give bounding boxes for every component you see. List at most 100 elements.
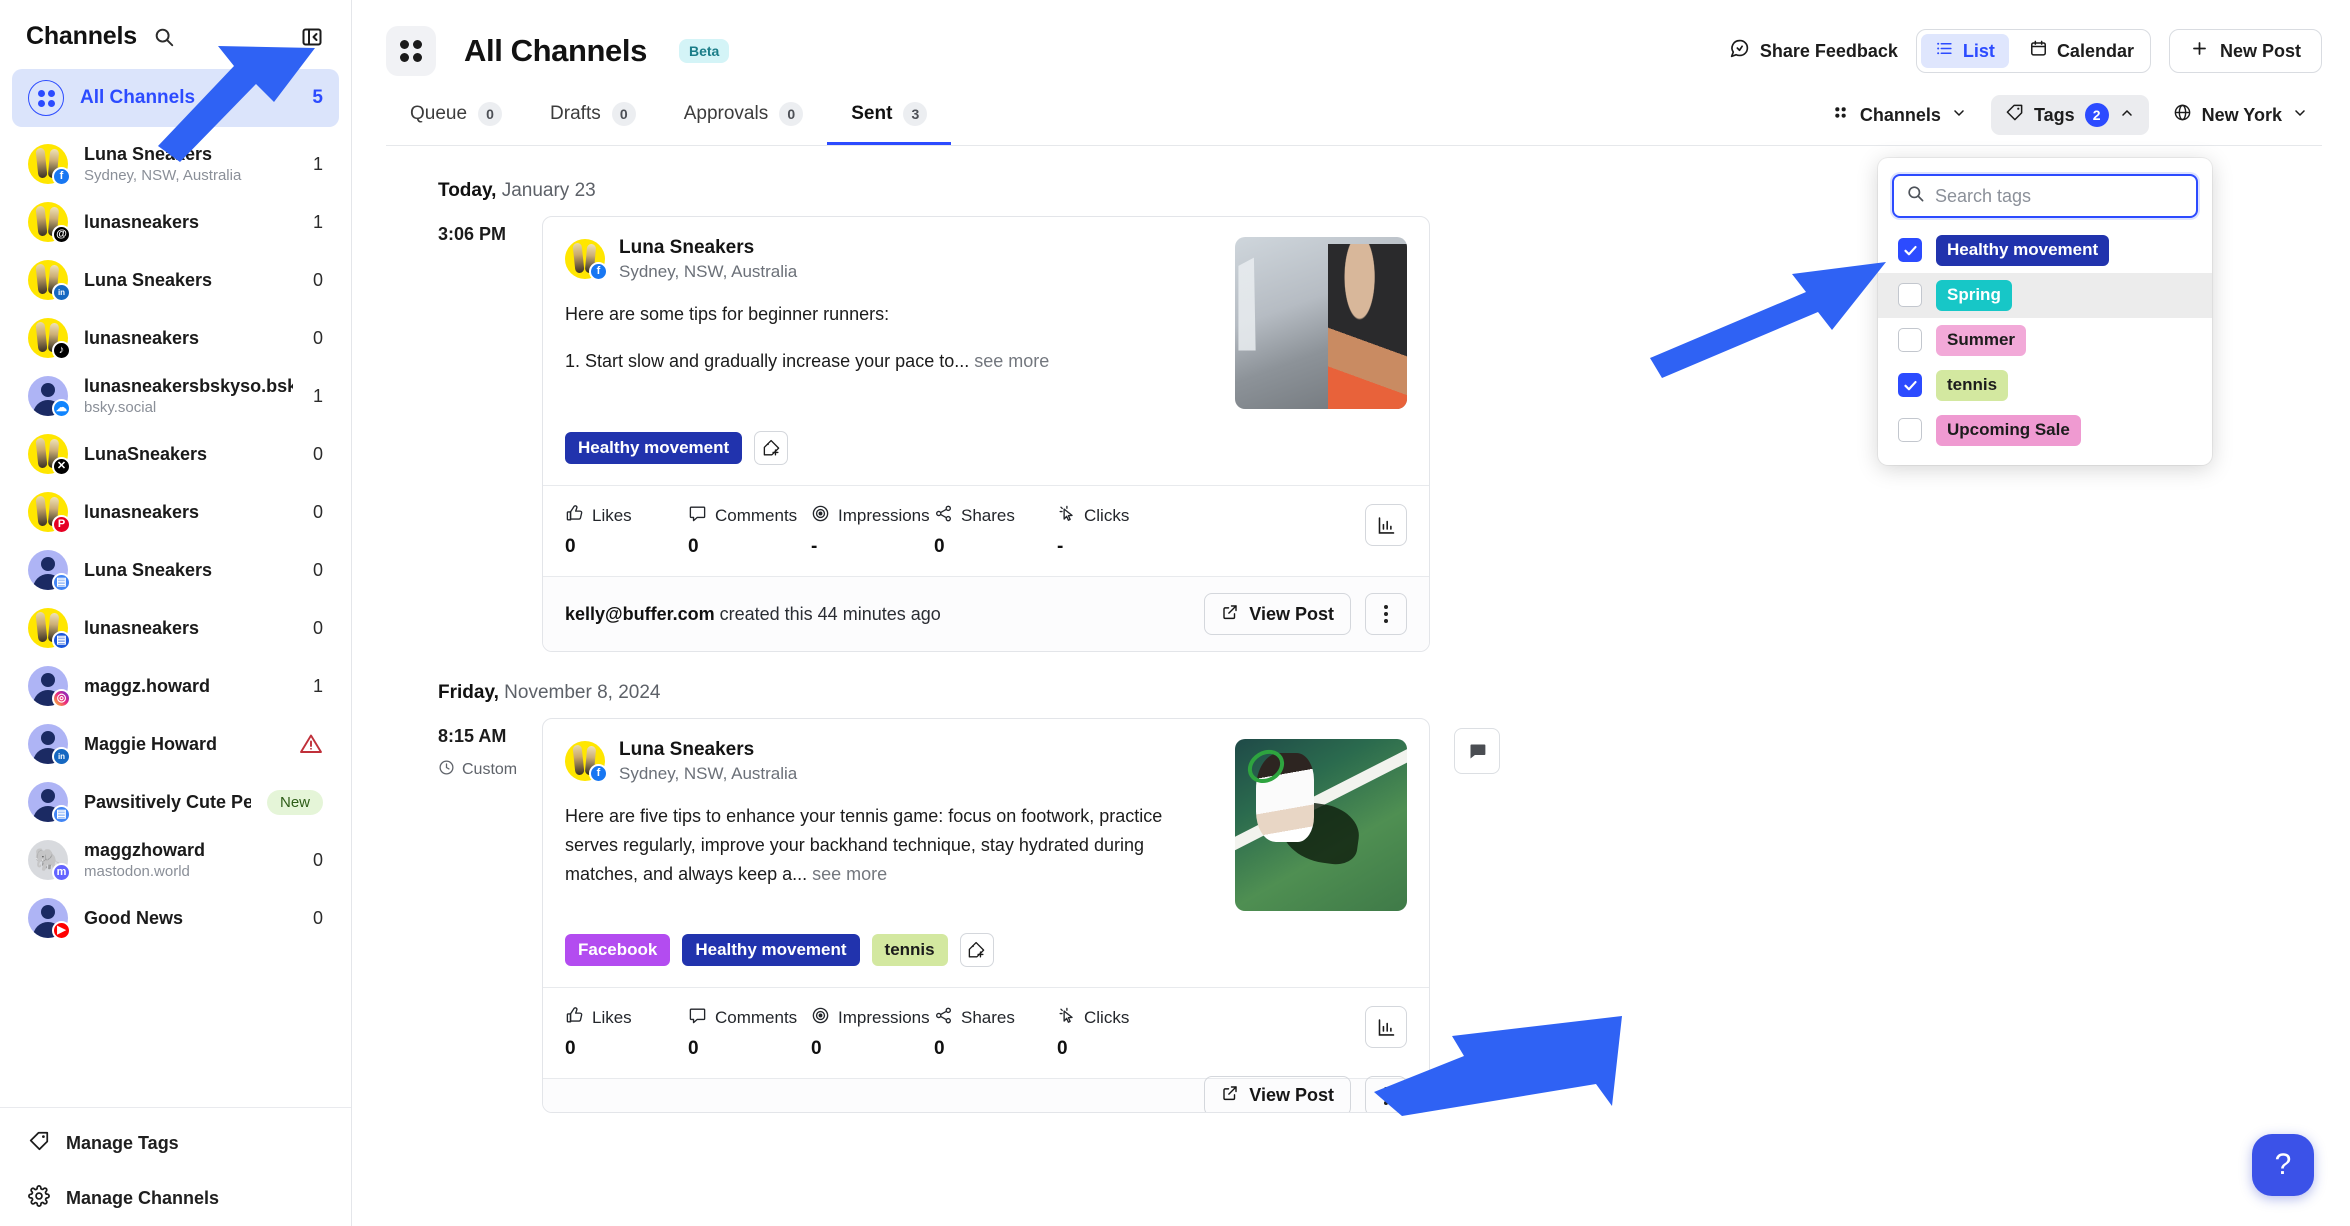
stat-label: Likes — [592, 1008, 632, 1027]
post-tag-list: Healthy movement — [543, 409, 1429, 485]
view-calendar-button[interactable]: Calendar — [2013, 30, 2150, 72]
post-content: Here are some tips for beginner runners:… — [565, 300, 1219, 376]
sidebar-item-channel[interactable]: ✕ LunaSneakers 0 — [12, 425, 339, 483]
tag-checkbox[interactable] — [1898, 328, 1922, 353]
sidebar-item-count: 0 — [312, 617, 323, 638]
mastodon-badge-icon: m — [52, 863, 71, 882]
tag-search-wrapper[interactable] — [1892, 174, 2198, 218]
sidebar-item-label: Maggie Howard — [84, 733, 218, 754]
view-toggle: List Calendar — [1915, 29, 2151, 73]
globe-icon — [2173, 103, 2192, 127]
sidebar-item-label: All Channels — [80, 87, 196, 109]
tag-option[interactable]: Healthy movement — [1878, 228, 2212, 273]
tag-option[interactable]: Summer — [1878, 318, 2212, 363]
bar-chart-icon[interactable] — [1365, 504, 1407, 546]
sidebar-item-channel[interactable]: ▤ lunasneakers 0 — [12, 599, 339, 657]
see-more-link[interactable]: see more — [812, 864, 887, 884]
post-time-column: 8:15 AM Custom — [386, 718, 542, 781]
google-business-badge-icon: ▤ — [52, 805, 71, 824]
stat-clicks: Clicks 0 — [1057, 1006, 1180, 1060]
page-header: All Channels Beta Share Feedback List Ca… — [352, 0, 2350, 84]
tab-drafts[interactable]: Drafts 0 — [526, 90, 660, 145]
tab-sent[interactable]: Sent 3 — [827, 90, 952, 145]
sidebar-item-channel[interactable]: ▶ Good News 0 — [12, 889, 339, 947]
bar-chart-icon[interactable] — [1365, 1006, 1407, 1048]
sidebar-item-all-channels[interactable]: All Channels 5 — [12, 69, 339, 127]
tag-checkbox[interactable] — [1898, 238, 1922, 263]
sidebar-item-channel[interactable]: @ lunasneakers 1 — [12, 193, 339, 251]
share-feedback-button[interactable]: Share Feedback — [1729, 38, 1898, 64]
sidebar-item-subtitle: bsky.social — [84, 399, 157, 416]
post-time-column: 3:06 PM — [386, 216, 542, 245]
tab-queue[interactable]: Queue 0 — [386, 90, 526, 145]
sidebar-item-channel[interactable]: f Luna Sneakers Sydney, NSW, Australia 1 — [12, 135, 339, 193]
linkedin-badge-icon: in — [52, 283, 71, 302]
stat-likes: Likes 0 — [565, 504, 688, 558]
help-icon: ? — [2274, 1148, 2292, 1181]
sidebar-item-channel[interactable]: ▤ Luna Sneakers 0 — [12, 541, 339, 599]
view-post-button[interactable]: View Post — [1204, 593, 1351, 635]
post-author: f Luna Sneakers Sydney, NSW, Australia — [565, 237, 1219, 282]
comment-bubble-icon[interactable] — [1454, 728, 1500, 774]
filter-timezone-button[interactable]: New York — [2159, 95, 2322, 135]
sidebar-item-channel[interactable]: m maggzhoward mastodon.world 0 — [12, 831, 339, 889]
post-thumbnail[interactable] — [1235, 739, 1407, 911]
sidebar-item-channel[interactable]: ♪ lunasneakers 0 — [12, 309, 339, 367]
chevron-up-icon — [2119, 105, 2135, 126]
sidebar-item-channel[interactable]: in Luna Sneakers 0 — [12, 251, 339, 309]
sidebar-item-subtitle: mastodon.world — [84, 863, 190, 880]
avatar: @ — [28, 202, 71, 244]
tag-option[interactable]: Upcoming Sale — [1878, 408, 2212, 453]
sidebar-item-channel[interactable]: ◎ maggz.howard 1 — [12, 657, 339, 715]
stat-value: 0 — [688, 536, 699, 557]
tag-chip: tennis — [1936, 369, 2009, 401]
help-button[interactable]: ? — [2252, 1134, 2314, 1196]
sidebar-item-channel[interactable]: Plunasneakers 0 — [12, 483, 339, 541]
sidebar-item-channel[interactable]: ☁ lunasneakersbskyso.bsky.s bsky.social 1 — [12, 367, 339, 425]
post-tag[interactable]: Healthy movement — [565, 432, 743, 464]
chevron-down-icon — [1951, 105, 1967, 126]
post-tag[interactable]: Facebook — [565, 934, 671, 966]
filter-channels-button[interactable]: Channels — [1817, 95, 1981, 135]
search-icon[interactable] — [153, 26, 175, 48]
sidebar-item-channel[interactable]: in Maggie Howard — [12, 715, 339, 773]
feedback-icon — [1729, 38, 1750, 64]
tag-checkbox[interactable] — [1898, 283, 1922, 308]
tag-option[interactable]: tennis — [1878, 363, 2212, 408]
filter-tags-button[interactable]: Tags 2 — [1990, 95, 2149, 135]
see-more-link[interactable]: see more — [974, 351, 1049, 371]
search-input[interactable] — [1935, 185, 2184, 207]
new-post-button[interactable]: New Post — [2168, 29, 2322, 73]
sidebar-item-channel[interactable]: ▤ Pawsitively Cute Pets New — [12, 773, 339, 831]
more-options-icon[interactable] — [1365, 593, 1407, 635]
sidebar-title: Channels — [26, 22, 137, 50]
tab-label: Sent — [851, 103, 893, 124]
tab-approvals[interactable]: Approvals 0 — [660, 90, 828, 145]
search-icon — [1906, 184, 1925, 208]
sidebar-item-count: 1 — [312, 211, 323, 232]
tag-icon — [2005, 103, 2024, 127]
stat-value: 0 — [565, 1038, 576, 1059]
collapse-sidebar-icon[interactable] — [299, 24, 325, 50]
stat-label: Clicks — [1084, 506, 1130, 525]
impressions-icon — [811, 504, 830, 528]
more-options-icon[interactable] — [1365, 1075, 1407, 1112]
manage-tags-button[interactable]: Manage Tags — [0, 1116, 351, 1171]
post-author-name: Luna Sneakers — [619, 237, 755, 258]
stat-value: 0 — [934, 1038, 945, 1059]
add-tag-icon[interactable] — [754, 431, 789, 465]
page-title: All Channels — [464, 33, 647, 68]
post-tag[interactable]: Healthy movement — [682, 934, 860, 966]
tag-option[interactable]: Spring — [1878, 272, 2212, 318]
avatar: f — [565, 239, 608, 282]
add-tag-icon[interactable] — [959, 933, 994, 967]
post-thumbnail[interactable] — [1235, 237, 1407, 409]
view-list-button[interactable]: List — [1920, 34, 2009, 68]
post-tag[interactable]: tennis — [871, 934, 948, 966]
manage-channels-button[interactable]: Manage Channels — [0, 1171, 351, 1226]
stat-clicks: Clicks - — [1057, 504, 1180, 558]
tag-checkbox[interactable] — [1898, 418, 1922, 443]
view-post-button[interactable]: View Post — [1204, 1075, 1351, 1112]
tag-checkbox[interactable] — [1898, 373, 1922, 398]
filter-bar: Channels Tags 2 New York — [1817, 95, 2322, 145]
